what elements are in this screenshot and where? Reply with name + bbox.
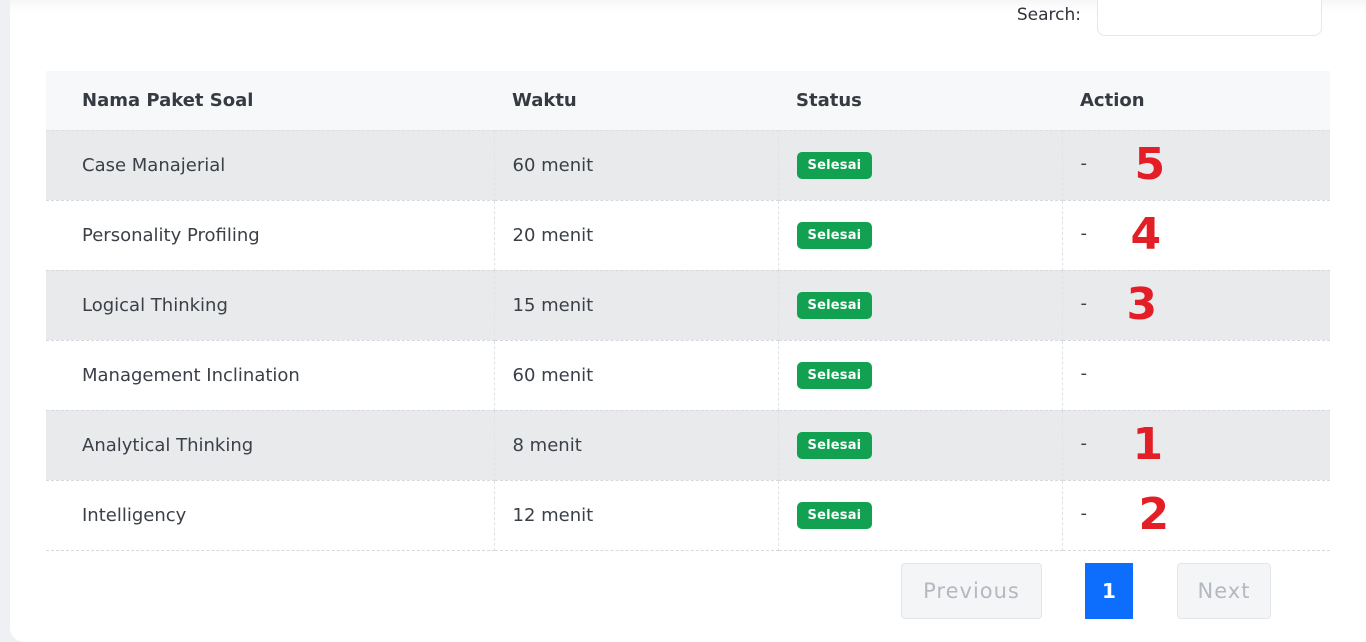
package-time: 60 menit — [494, 340, 779, 411]
package-name: Logical Thinking — [46, 270, 495, 341]
table-row: Personality Profiling 20 menit Selesai -… — [46, 200, 1330, 271]
status-badge: Selesai — [796, 291, 873, 319]
action-value: - — [1080, 363, 1088, 384]
annotation-number: 5 — [1134, 139, 1166, 190]
action-value: - — [1080, 223, 1088, 244]
package-name: Analytical Thinking — [46, 410, 495, 481]
action-wrap: - 2 — [1080, 489, 1201, 540]
action-cell: - 2 — [1062, 480, 1330, 551]
action-wrap: - — [1081, 355, 1201, 395]
action-value: - — [1080, 293, 1088, 314]
annotation-number: 4 — [1130, 209, 1162, 260]
page-1-button[interactable]: 1 — [1085, 563, 1133, 619]
status-badge: Selesai — [796, 221, 873, 249]
table-row: Logical Thinking 15 menit Selesai - 3 — [46, 270, 1330, 341]
header-waktu[interactable]: Waktu — [494, 71, 778, 131]
package-time: 60 menit — [494, 130, 779, 201]
package-name: Intelligency — [46, 480, 495, 551]
package-name: Case Manajerial — [46, 130, 495, 201]
package-time: 12 menit — [494, 480, 779, 551]
package-name: Management Inclination — [46, 340, 495, 411]
status-cell: Selesai — [778, 270, 1063, 341]
action-cell: - 3 — [1062, 270, 1330, 341]
action-value: - — [1080, 433, 1088, 454]
action-value: - — [1080, 503, 1088, 524]
header-status[interactable]: Status — [778, 71, 1062, 131]
table-row: Intelligency 12 menit Selesai - 2 — [46, 480, 1330, 551]
action-value: - — [1080, 153, 1088, 174]
package-table: Nama Paket Soal Waktu Status Action Case… — [46, 71, 1330, 551]
status-badge: Selesai — [796, 501, 873, 529]
status-cell: Selesai — [778, 200, 1063, 271]
action-cell: - — [1062, 340, 1330, 411]
status-cell: Selesai — [778, 480, 1063, 551]
annotation-number: 3 — [1126, 279, 1158, 330]
table-header-row: Nama Paket Soal Waktu Status Action — [46, 71, 1330, 131]
action-wrap: - 3 — [1080, 279, 1201, 330]
package-time: 20 menit — [494, 200, 779, 271]
table-row: Case Manajerial 60 menit Selesai - 5 — [46, 130, 1330, 201]
header-action[interactable]: Action — [1062, 71, 1330, 131]
package-time: 8 menit — [494, 410, 779, 481]
action-cell: - 4 — [1062, 200, 1330, 271]
status-badge: Selesai — [796, 431, 873, 459]
status-cell: Selesai — [778, 410, 1063, 481]
action-wrap: - 1 — [1080, 419, 1201, 470]
pagination: Previous 1 Next — [901, 563, 1271, 619]
annotation-number: 1 — [1132, 419, 1164, 470]
previous-button[interactable]: Previous — [901, 563, 1042, 619]
action-cell: - 5 — [1062, 130, 1330, 201]
header-nama-paket-soal[interactable]: Nama Paket Soal — [46, 71, 494, 131]
action-wrap: - 4 — [1080, 209, 1201, 260]
status-cell: Selesai — [778, 340, 1063, 411]
table-row: Management Inclination 60 menit Selesai … — [46, 340, 1330, 411]
action-wrap: - 5 — [1080, 139, 1201, 190]
search-label: Search: — [1016, 5, 1081, 25]
annotation-number: 2 — [1138, 489, 1170, 540]
next-button[interactable]: Next — [1177, 563, 1271, 619]
action-cell: - 1 — [1062, 410, 1330, 481]
search-bar: Search: — [1016, 0, 1322, 36]
status-badge: Selesai — [796, 361, 873, 389]
search-input[interactable] — [1097, 0, 1322, 36]
status-badge: Selesai — [796, 151, 873, 179]
package-time: 15 menit — [494, 270, 779, 341]
package-name: Personality Profiling — [46, 200, 495, 271]
content-card: Search: Nama Paket Soal Waktu Status Act… — [10, 0, 1366, 642]
status-cell: Selesai — [778, 130, 1063, 201]
table-row: Analytical Thinking 8 menit Selesai - 1 — [46, 410, 1330, 481]
